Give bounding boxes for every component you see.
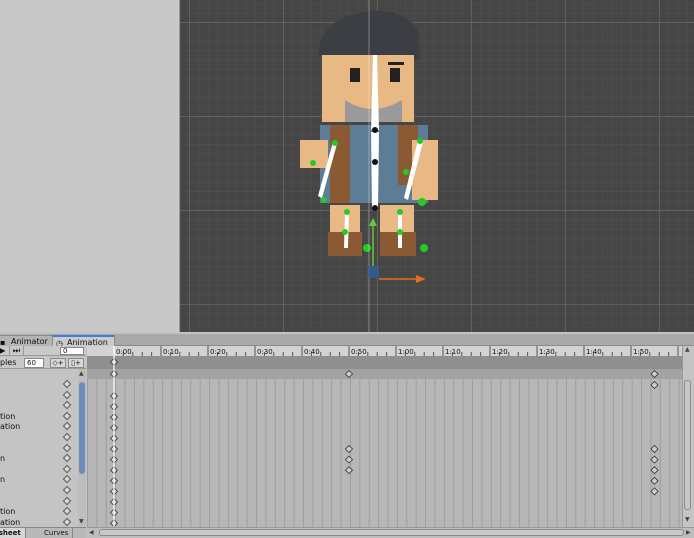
scene-view[interactable] [180,0,694,332]
keyframe[interactable] [650,455,659,464]
keyframe-toggle-icon[interactable] [62,443,72,452]
keyframe-toggle-icon[interactable] [62,485,72,495]
keyframe-toggle-icon[interactable] [62,506,72,516]
ruler-tick-label: 1:50 [633,348,649,356]
add-keyframe-icon: ◇+ [52,359,64,367]
ruler-tick-label: 1:40 [586,348,602,356]
ruler-tick-label: 0:30 [257,348,273,356]
view-mode-tabs: esheet Curves [0,527,86,538]
tab-curves[interactable]: Curves [40,528,74,538]
property-list-scroll-thumb[interactable] [79,382,85,474]
add-event-icon: ▯+ [71,359,81,367]
ruler-tick-label: 1:30 [539,348,555,356]
samples-label: ples [0,358,17,367]
scroll-left-icon[interactable]: ◀ [89,529,94,537]
tab-animator[interactable]: ▪ Animator [0,335,55,347]
keyframe[interactable] [650,476,659,485]
property-label: ation [0,422,21,432]
property-row[interactable] [0,443,86,454]
summary-keyframe[interactable] [650,369,659,379]
current-frame-field[interactable]: 0 [60,347,84,355]
keyframe-toggle-icon[interactable] [62,475,72,484]
property-label: tion [0,507,16,517]
keyframe-toggle-icon[interactable] [62,379,72,389]
property-row[interactable] [0,379,86,390]
ruler-tick-label: 0:20 [210,348,226,356]
summary-keyframe[interactable] [344,369,354,379]
tab-animation[interactable]: ◷ Animation [52,335,115,348]
pivot-gizmo [367,266,379,278]
scroll-down-icon[interactable]: ▼ [79,518,84,526]
keyframe[interactable] [344,466,354,475]
keyframe[interactable] [344,455,354,464]
keyframe-toggle-icon[interactable] [62,453,72,463]
ruler-tick-label: 0:40 [304,348,320,356]
property-row[interactable] [0,400,86,411]
ruler-tick-label: 0:50 [351,348,367,356]
property-row[interactable]: ation [0,421,86,432]
ruler-tick-label: 0:10 [163,348,179,356]
property-label: n [0,454,6,464]
keyframe-toggle-icon[interactable] [62,411,72,421]
ruler-tick-label: 1:10 [445,348,461,356]
property-row[interactable]: n [0,474,86,485]
property-row[interactable]: n [0,453,86,464]
playback-toolbar: ▶ ⏭ 0 [0,346,86,356]
property-row[interactable] [0,485,86,496]
tab-dopesheet[interactable]: esheet [0,528,26,538]
keyframe-toggle-icon[interactable] [62,422,72,431]
keyframe-toggle-icon[interactable] [62,432,72,442]
property-row[interactable]: tion [0,411,86,422]
property-row[interactable]: tion [0,506,86,517]
keyframe-toggle-icon[interactable] [62,464,72,474]
play-icon: ▶ [0,346,6,355]
next-keyframe-button[interactable]: ⏭ [10,346,24,356]
play-button[interactable]: ▶ [0,346,10,356]
ruler-tick-label: 1:00 [398,348,414,356]
property-list: tion ation n n tion ation [0,369,86,527]
property-row[interactable] [0,390,86,401]
property-row[interactable] [0,464,86,475]
ruler-tick-label: 1:20 [492,348,508,356]
keyframe[interactable] [650,487,659,496]
scroll-up-icon[interactable]: ▲ [79,370,84,378]
property-row[interactable] [0,432,86,443]
next-keyframe-icon: ⏭ [12,346,21,355]
ruler-tick-label: 0:00 [116,348,132,356]
tab-animator-label: Animator [11,337,48,346]
keyframe-toggle-icon[interactable] [62,496,72,505]
summary-keyframe[interactable] [650,380,659,390]
editor-tab-bar: ▪ Animator ◷ Animation [0,334,694,348]
keyframe-toggle-icon[interactable] [62,390,72,399]
add-keyframe-button[interactable]: ◇+ [50,358,66,368]
dopesheet-scroll-down-icon[interactable]: ▼ [685,516,690,524]
scroll-right-icon[interactable]: ▶ [686,529,691,537]
add-event-button[interactable]: ▯+ [68,358,84,368]
samples-toolbar: ples 60 ◇+ ▯+ [0,357,86,369]
samples-field[interactable]: 60 [24,358,44,368]
keyframe-toggle-icon[interactable] [62,400,72,410]
keyframe-toggle-icon[interactable] [62,517,72,527]
keyframe[interactable] [650,444,659,454]
dopesheet-overlay: 0:00 0:10 0:20 0:30 0:40 0:50 1:00 1:10 1:20 1:30… [109,346,679,527]
property-row[interactable] [0,496,86,507]
hierarchy-panel [0,0,180,332]
dopesheet-scroll-up-icon[interactable]: ▲ [685,346,690,354]
keyframe[interactable] [650,466,659,475]
dopesheet-vertical-scroll-thumb[interactable] [684,380,691,510]
dopesheet-horizontal-scroll-thumb[interactable] [99,529,684,536]
property-label: n [0,475,6,485]
property-label: tion [0,411,16,421]
keyframe[interactable] [344,444,354,454]
character-sprite[interactable] [180,0,694,332]
